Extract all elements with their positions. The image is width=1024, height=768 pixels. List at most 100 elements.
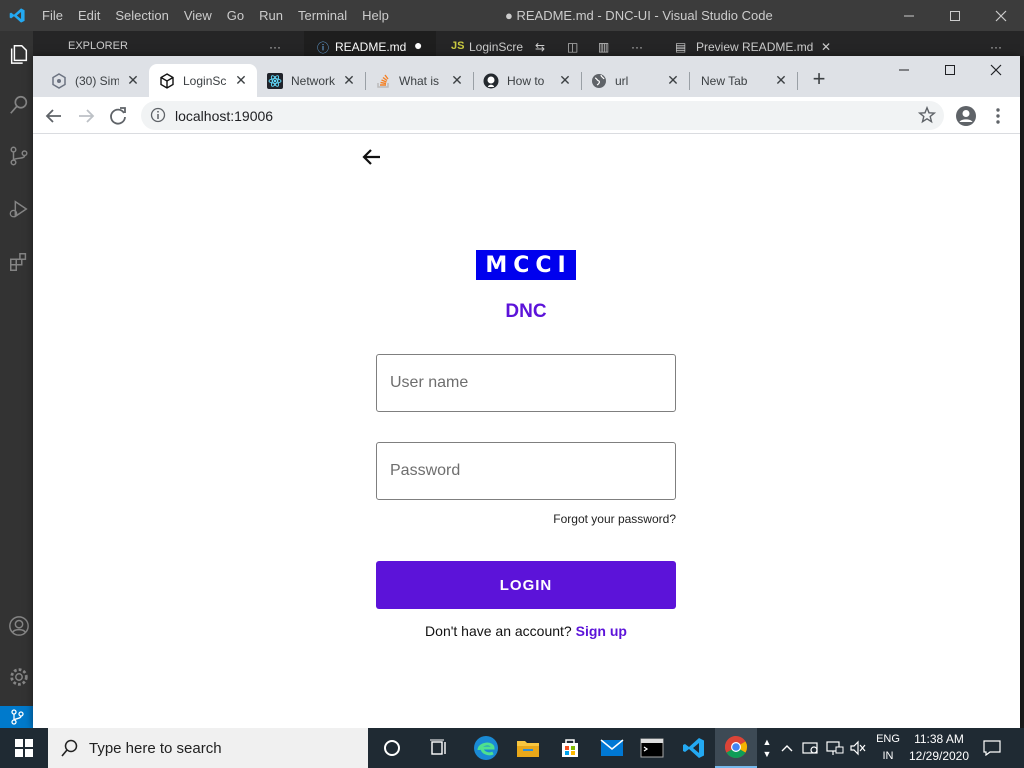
editor-more-icon[interactable]: ··· <box>631 40 643 54</box>
vscode-minimize-button[interactable] <box>886 0 932 31</box>
accounts-icon[interactable] <box>8 615 30 637</box>
tab-preview-label[interactable]: Preview README.md <box>696 40 813 54</box>
cortana-button[interactable] <box>371 728 413 768</box>
info-icon[interactable] <box>150 107 166 123</box>
task-view-button[interactable] <box>418 728 460 768</box>
forward-button[interactable] <box>75 105 97 127</box>
menu-edit[interactable]: Edit <box>78 8 100 23</box>
password-field[interactable] <box>376 442 676 500</box>
signup-link[interactable]: Sign up <box>576 623 627 639</box>
compare-icon[interactable]: ⇆ <box>535 40 545 54</box>
mail-button[interactable] <box>591 728 633 768</box>
close-icon[interactable]: ✕ <box>233 72 249 88</box>
menu-go[interactable]: Go <box>227 8 244 23</box>
chrome-tab-7[interactable]: New Tab ✕ <box>689 64 797 97</box>
menu-file[interactable]: File <box>42 8 63 23</box>
forgot-password-link[interactable]: Forgot your password? <box>376 512 676 526</box>
taskbar-search[interactable]: Type here to search <box>48 728 368 768</box>
reload-button[interactable] <box>107 105 129 127</box>
language-indicator[interactable]: ENG IN <box>872 731 904 765</box>
store-button[interactable] <box>549 728 591 768</box>
chrome-tab-6[interactable]: url ✕ <box>581 64 689 97</box>
back-arrow-icon[interactable] <box>361 146 383 168</box>
search-icon[interactable] <box>8 94 30 116</box>
task-view-icon <box>430 739 446 755</box>
action-center-button[interactable] <box>980 728 1004 768</box>
chrome-tab-5[interactable]: How to ✕ <box>473 64 581 97</box>
app-title: DNC <box>505 301 547 322</box>
open-preview-icon[interactable]: ◫ <box>567 40 578 54</box>
clock[interactable]: 11:38 AM 12/29/2020 <box>904 731 974 765</box>
vscode-taskbar-button[interactable] <box>673 728 715 768</box>
menu-view[interactable]: View <box>184 8 212 23</box>
tab-preview-close-icon[interactable]: ✕ <box>821 40 831 54</box>
explorer-more-icon[interactable]: ··· <box>269 40 281 54</box>
chrome-minimize-button[interactable] <box>881 58 927 82</box>
tab-readme[interactable]: ⓘ README.md ● <box>304 31 436 56</box>
menu-run[interactable]: Run <box>259 8 283 23</box>
menu-help[interactable]: Help <box>362 8 389 23</box>
terminal-button[interactable] <box>631 728 673 768</box>
edge-button[interactable] <box>465 728 507 768</box>
profile-avatar-icon[interactable] <box>955 105 977 127</box>
chrome-tab-5-label: How to <box>507 73 545 88</box>
preview-more-icon[interactable]: ··· <box>990 40 1002 54</box>
password-input[interactable] <box>377 443 675 499</box>
vscode-logo-icon <box>683 738 704 758</box>
taskbar-search-placeholder: Type here to search <box>89 739 222 757</box>
chevron-up-icon[interactable]: ▲ <box>763 736 772 748</box>
chrome-maximize-button[interactable] <box>927 58 973 82</box>
taskbar-scroll[interactable]: ▲ ▼ <box>758 728 776 768</box>
vscode-close-button[interactable] <box>978 0 1024 31</box>
url-text[interactable]: localhost:19006 <box>175 108 273 124</box>
chrome-tab-2[interactable]: LoginSc ✕ <box>149 64 257 97</box>
volume-button[interactable] <box>847 728 869 768</box>
source-control-icon[interactable] <box>8 145 30 167</box>
network-button[interactable] <box>824 728 846 768</box>
username-input[interactable] <box>377 355 675 411</box>
info-icon: ⓘ <box>317 41 330 55</box>
explorer-icon[interactable] <box>8 43 30 65</box>
back-button[interactable] <box>43 105 65 127</box>
menu-terminal[interactable]: Terminal <box>298 8 347 23</box>
maximize-icon <box>950 10 960 21</box>
tray-app-button[interactable] <box>800 728 822 768</box>
close-icon[interactable]: ✕ <box>557 72 573 88</box>
chrome-tab-4[interactable]: What is ✕ <box>365 64 473 97</box>
chrome-tab-6-label: url <box>615 73 629 88</box>
file-explorer-button[interactable] <box>507 728 549 768</box>
start-button[interactable] <box>0 728 48 768</box>
chevron-down-icon[interactable]: ▼ <box>763 748 772 760</box>
chrome-taskbar-button[interactable] <box>715 728 757 768</box>
menu-selection[interactable]: Selection <box>115 8 168 23</box>
tab-loginscreen-label[interactable]: LoginScre <box>469 40 523 54</box>
vscode-status-bar <box>0 706 33 728</box>
close-icon[interactable]: ✕ <box>773 72 789 88</box>
address-bar[interactable]: localhost:19006 <box>141 101 944 130</box>
username-field[interactable] <box>376 354 676 412</box>
minimize-icon <box>899 69 909 71</box>
run-debug-icon[interactable] <box>8 198 30 220</box>
chrome-tab-7-label: New Tab <box>701 73 748 88</box>
close-icon[interactable]: ✕ <box>449 72 465 88</box>
chrome-close-button[interactable] <box>973 58 1019 82</box>
volume-muted-icon <box>850 740 866 756</box>
close-icon[interactable]: ✕ <box>125 72 141 88</box>
extensions-icon[interactable] <box>8 251 30 273</box>
vscode-maximize-button[interactable] <box>932 0 978 31</box>
show-hidden-icons-button[interactable] <box>778 728 796 768</box>
bookmark-star-icon[interactable] <box>918 106 936 124</box>
chrome-menu-icon[interactable] <box>987 105 1009 127</box>
gear-icon[interactable] <box>8 666 30 688</box>
chrome-tab-1[interactable]: (30) Sim ✕ <box>41 64 149 97</box>
branch-icon[interactable] <box>10 709 24 725</box>
new-tab-button[interactable]: + <box>809 68 829 90</box>
chrome-tab-3[interactable]: Network ✕ <box>257 64 365 97</box>
split-editor-icon[interactable]: ▥ <box>598 40 609 54</box>
close-icon[interactable]: ✕ <box>341 72 357 88</box>
network-icon <box>826 741 844 755</box>
close-icon[interactable]: ✕ <box>665 72 681 88</box>
lang-code: ENG <box>876 733 900 745</box>
maximize-icon <box>945 65 955 75</box>
login-button[interactable]: LOGIN <box>376 561 676 609</box>
